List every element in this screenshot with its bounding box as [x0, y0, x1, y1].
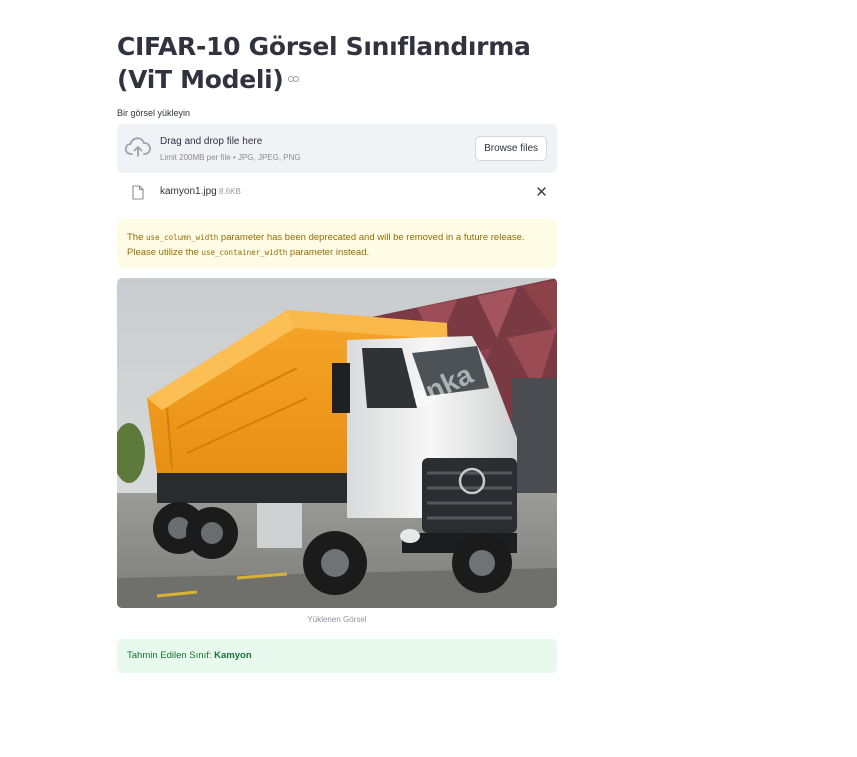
file-uploader-label: Bir görsel yükleyin: [117, 108, 191, 118]
dropzone-limit-text: Limit 200MB per file • JPG, JPEG, PNG: [160, 153, 301, 162]
browse-files-button[interactable]: Browse files: [475, 136, 547, 161]
dropzone-instructions: Drag and drop file here: [160, 136, 263, 147]
uploaded-image: anka: [117, 278, 557, 608]
warning-code-container-width: use_container_width: [201, 248, 288, 257]
cloud-upload-icon: [125, 137, 151, 157]
page-title-text: CIFAR-10 Görsel Sınıflandırma (ViT Model…: [117, 32, 531, 94]
deprecation-warning: The use_column_width parameter has been …: [117, 219, 557, 268]
image-caption: Yüklenen Görsel: [307, 615, 367, 624]
file-dropzone[interactable]: Drag and drop file here Limit 200MB per …: [117, 124, 557, 173]
link-icon[interactable]: [287, 75, 299, 83]
prediction-label: Tahmin Edilen Sınıf:: [127, 650, 215, 661]
uploaded-file-row: kamyon1.jpg 8.6KB: [117, 180, 557, 204]
page-title: CIFAR-10 Görsel Sınıflandırma (ViT Model…: [117, 30, 557, 96]
warning-text-prefix: The: [127, 232, 147, 243]
warning-text-suffix: parameter instead.: [287, 247, 370, 258]
uploaded-file-size: 8.6KB: [219, 187, 241, 196]
file-icon: [132, 185, 144, 200]
prediction-result: Tahmin Edilen Sınıf: Kamyon: [117, 639, 557, 673]
truck-photo: anka: [117, 278, 557, 608]
close-icon[interactable]: [536, 186, 547, 197]
warning-code-column-width: use_column_width: [146, 233, 219, 242]
uploaded-file-name: kamyon1.jpg: [160, 186, 217, 197]
predicted-class: Kamyon: [214, 650, 252, 661]
